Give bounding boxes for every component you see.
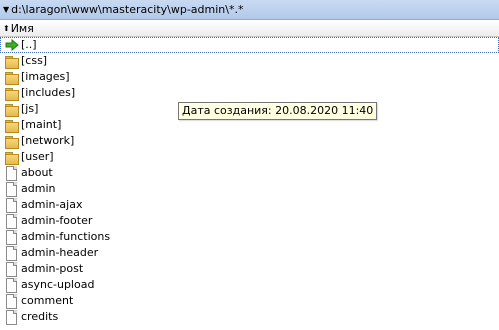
- folder-icon: [5, 134, 19, 149]
- list-item-label: [css]: [21, 54, 48, 67]
- folder-icon: [5, 102, 19, 117]
- list-item-label: admin-functions: [21, 230, 111, 243]
- list-item-file[interactable]: admin-header: [0, 245, 499, 261]
- list-item-label: [..]: [21, 38, 37, 51]
- list-item-file[interactable]: credits: [0, 309, 499, 325]
- list-item-file[interactable]: comment: [0, 293, 499, 309]
- file-icon: [5, 262, 19, 277]
- file-icon: [5, 278, 19, 293]
- folder-icon: [5, 118, 19, 133]
- list-item-label: admin-footer: [21, 214, 93, 227]
- file-icon: [5, 198, 19, 213]
- list-item-label: credits: [21, 310, 59, 323]
- up-arrow-icon: [5, 38, 19, 52]
- list-item-parent-dir[interactable]: [..]: [0, 37, 499, 53]
- list-item-label: comment: [21, 294, 74, 307]
- list-item-label: about: [21, 166, 53, 179]
- folder-icon: [5, 54, 19, 69]
- dropdown-arrow-icon[interactable]: ▼: [3, 5, 9, 14]
- file-icon: [5, 182, 19, 197]
- list-item-label: [js]: [21, 102, 39, 115]
- list-item-label: async-upload: [21, 278, 95, 291]
- list-item-file[interactable]: admin-functions: [0, 229, 499, 245]
- current-path: d:\laragon\www\masteracity\wp-admin\*.*: [11, 3, 244, 16]
- list-item-folder[interactable]: [network]: [0, 133, 499, 149]
- list-item-label: [user]: [21, 150, 54, 163]
- list-item-file[interactable]: about: [0, 165, 499, 181]
- path-bar[interactable]: ▼ d:\laragon\www\masteracity\wp-admin\*.…: [0, 0, 499, 20]
- file-icon: [5, 294, 19, 309]
- file-icon: [5, 246, 19, 261]
- folder-icon: [5, 70, 19, 85]
- list-item-folder[interactable]: [user]: [0, 149, 499, 165]
- list-item-label: admin-ajax: [21, 198, 83, 211]
- list-item-folder[interactable]: [css]: [0, 53, 499, 69]
- list-item-folder[interactable]: [images]: [0, 69, 499, 85]
- sort-up-arrow-icon: ⬆: [3, 23, 10, 33]
- list-item-file[interactable]: admin: [0, 181, 499, 197]
- list-item-file[interactable]: admin-post: [0, 261, 499, 277]
- file-icon: [5, 166, 19, 181]
- list-item-label: [includes]: [21, 86, 76, 99]
- list-item-label: [maint]: [21, 118, 62, 131]
- folder-icon: [5, 86, 19, 101]
- folder-icon: [5, 150, 19, 165]
- list-item-file[interactable]: async-upload: [0, 277, 499, 293]
- tooltip: Дата создания: 20.08.2020 11:40: [178, 102, 378, 120]
- list-item-label: admin: [21, 182, 56, 195]
- list-item-folder[interactable]: [includes]: [0, 85, 499, 101]
- file-list[interactable]: [..] [css] [images] [includes] [js] [mai…: [0, 37, 499, 325]
- list-item-label: [network]: [21, 134, 75, 147]
- column-header-name[interactable]: ⬆ Имя: [0, 20, 499, 37]
- list-item-file[interactable]: admin-footer: [0, 213, 499, 229]
- file-icon: [5, 310, 19, 325]
- column-header-label: Имя: [10, 21, 34, 35]
- list-item-label: admin-header: [21, 246, 99, 259]
- list-item-label: [images]: [21, 70, 70, 83]
- list-item-file[interactable]: admin-ajax: [0, 197, 499, 213]
- list-item-label: admin-post: [21, 262, 84, 275]
- file-icon: [5, 230, 19, 245]
- file-icon: [5, 214, 19, 229]
